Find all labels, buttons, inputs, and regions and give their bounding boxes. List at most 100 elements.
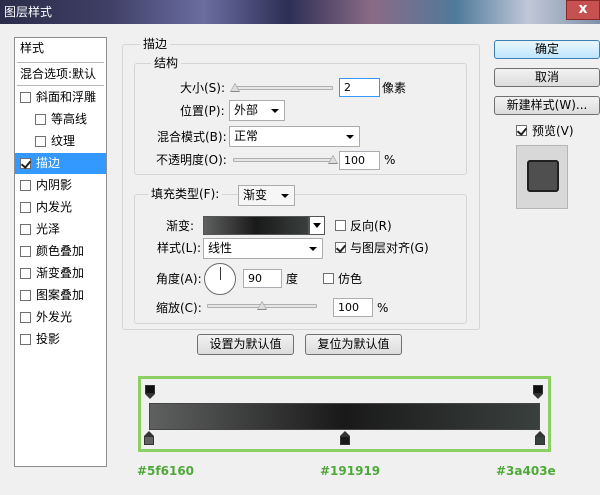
sidebar-item-label: 光泽 [36, 222, 61, 236]
opacity-unit: % [384, 153, 396, 167]
sidebar-item-checkbox[interactable] [20, 334, 31, 345]
opacity-stop-left[interactable] [145, 385, 155, 399]
stroke-section-title: 描边 [140, 37, 171, 51]
sidebar-item[interactable]: 内阴影 [15, 175, 106, 196]
size-input[interactable]: 2 [339, 78, 380, 97]
sidebar-item-label: 内发光 [36, 200, 73, 214]
stop-hex-left: #5f6160 [137, 464, 195, 478]
sidebar-item-checkbox[interactable] [20, 290, 31, 301]
sidebar-item[interactable]: 颜色叠加 [15, 241, 106, 262]
title-bar: 图层样式 x [0, 0, 600, 24]
sidebar-item-checkbox[interactable] [20, 180, 31, 191]
scale-slider-thumb[interactable] [257, 301, 267, 310]
fill-type-label: 填充类型(F): [148, 187, 223, 201]
preview-label: 预览(V) [532, 124, 574, 138]
set-default-button[interactable]: 设置为默认值 [197, 334, 294, 355]
sidebar-item-checkbox[interactable] [35, 136, 46, 147]
gradient-bar[interactable] [149, 403, 540, 430]
style-select-value: 线性 [208, 241, 233, 255]
opacity-stop-pointer [533, 394, 543, 399]
sidebar-item-checkbox[interactable] [20, 158, 31, 169]
fill-type-select[interactable]: 渐变 [238, 185, 295, 206]
color-stop[interactable] [144, 431, 154, 445]
blend-mode-select[interactable]: 正常 [229, 126, 360, 147]
structure-title: 结构 [151, 56, 182, 70]
sidebar-item[interactable]: 外发光 [15, 307, 106, 328]
opacity-stop-square [533, 385, 543, 394]
scale-label: 缩放(C): [156, 301, 202, 315]
new-style-button[interactable]: 新建样式(W)... [494, 96, 600, 115]
sidebar-item-label: 斜面和浮雕 [36, 90, 97, 104]
position-label: 位置(P): [180, 104, 225, 118]
size-slider-thumb[interactable] [230, 83, 240, 92]
close-button[interactable]: x [566, 0, 600, 20]
opacity-input[interactable]: 100 [339, 151, 380, 170]
color-stop-swatch [535, 436, 545, 445]
sidebar-item[interactable]: 描边 [15, 153, 106, 174]
sidebar-divider [17, 85, 104, 86]
sidebar-item-checkbox[interactable] [35, 114, 46, 125]
angle-dial[interactable] [204, 263, 236, 295]
opacity-slider-thumb[interactable] [328, 155, 338, 164]
stop-hex-right: #3a403e [496, 464, 556, 478]
align-with-layer-checkbox[interactable] [335, 242, 346, 253]
sidebar-item[interactable]: 渐变叠加 [15, 263, 106, 284]
sidebar-item-blend-options[interactable]: 混合选项:默认 [15, 64, 106, 85]
sidebar-item[interactable]: 纹理 [15, 131, 106, 152]
style-label: 样式(L): [157, 241, 202, 255]
reset-default-button[interactable]: 复位为默认值 [305, 334, 402, 355]
cancel-button[interactable]: 取消 [494, 68, 600, 87]
sidebar-item[interactable]: 内发光 [15, 197, 106, 218]
blend-mode-label: 混合模式(B): [157, 130, 227, 144]
sidebar-item-checkbox[interactable] [20, 92, 31, 103]
chevron-down-icon [309, 247, 317, 251]
scale-input[interactable]: 100 [333, 298, 373, 317]
sidebar-item-checkbox[interactable] [20, 202, 31, 213]
angle-dial-needle [220, 267, 221, 280]
sidebar-item[interactable]: 投影 [15, 329, 106, 350]
gradient-label: 渐变: [166, 219, 195, 233]
sidebar-item-label: 渐变叠加 [36, 266, 85, 280]
position-select[interactable]: 外部 [229, 100, 285, 121]
size-slider[interactable] [233, 86, 333, 90]
style-select[interactable]: 线性 [203, 238, 323, 259]
sidebar-item-label: 混合选项:默认 [20, 67, 97, 81]
sidebar-item-label: 图案叠加 [36, 288, 85, 302]
style-preview [516, 145, 568, 209]
sidebar-header-label: 样式 [20, 41, 45, 55]
sidebar-item-label: 内阴影 [36, 178, 73, 192]
sidebar-divider [17, 62, 104, 63]
preview-checkbox[interactable] [516, 125, 527, 136]
sidebar-item[interactable]: 光泽 [15, 219, 106, 240]
size-unit: 像素 [382, 81, 407, 95]
opacity-stop-square [145, 385, 155, 394]
color-stop[interactable] [535, 431, 545, 445]
opacity-stop-right[interactable] [533, 385, 543, 399]
ok-button[interactable]: 确定 [494, 40, 600, 59]
opacity-slider[interactable] [233, 158, 333, 162]
angle-input[interactable]: 90 [243, 269, 282, 288]
sidebar-item-checkbox[interactable] [20, 268, 31, 279]
sidebar-header[interactable]: 样式 [15, 38, 106, 59]
reverse-checkbox[interactable] [335, 220, 346, 231]
sidebar-item-label: 纹理 [51, 134, 76, 148]
size-label: 大小(S): [180, 81, 226, 95]
opacity-label: 不透明度(O): [156, 153, 227, 167]
sidebar-item[interactable]: 等高线 [15, 109, 106, 130]
scale-unit: % [377, 301, 389, 315]
sidebar-item[interactable]: 图案叠加 [15, 285, 106, 306]
gradient-swatch[interactable] [203, 216, 309, 235]
color-stop-swatch [144, 436, 154, 445]
dither-checkbox[interactable] [323, 273, 334, 284]
sidebar-item-checkbox[interactable] [20, 224, 31, 235]
sidebar-item-label: 投影 [36, 332, 61, 346]
sidebar-item-checkbox[interactable] [20, 312, 31, 323]
angle-label: 角度(A): [156, 272, 202, 286]
sidebar-item-checkbox[interactable] [20, 246, 31, 257]
gradient-picker-button[interactable] [309, 216, 325, 235]
sidebar-item-label: 等高线 [51, 112, 88, 126]
dither-label: 仿色 [338, 272, 363, 286]
sidebar-item[interactable]: 斜面和浮雕 [15, 87, 106, 108]
color-stop[interactable] [339, 431, 350, 445]
sidebar-item-label: 描边 [36, 156, 61, 170]
